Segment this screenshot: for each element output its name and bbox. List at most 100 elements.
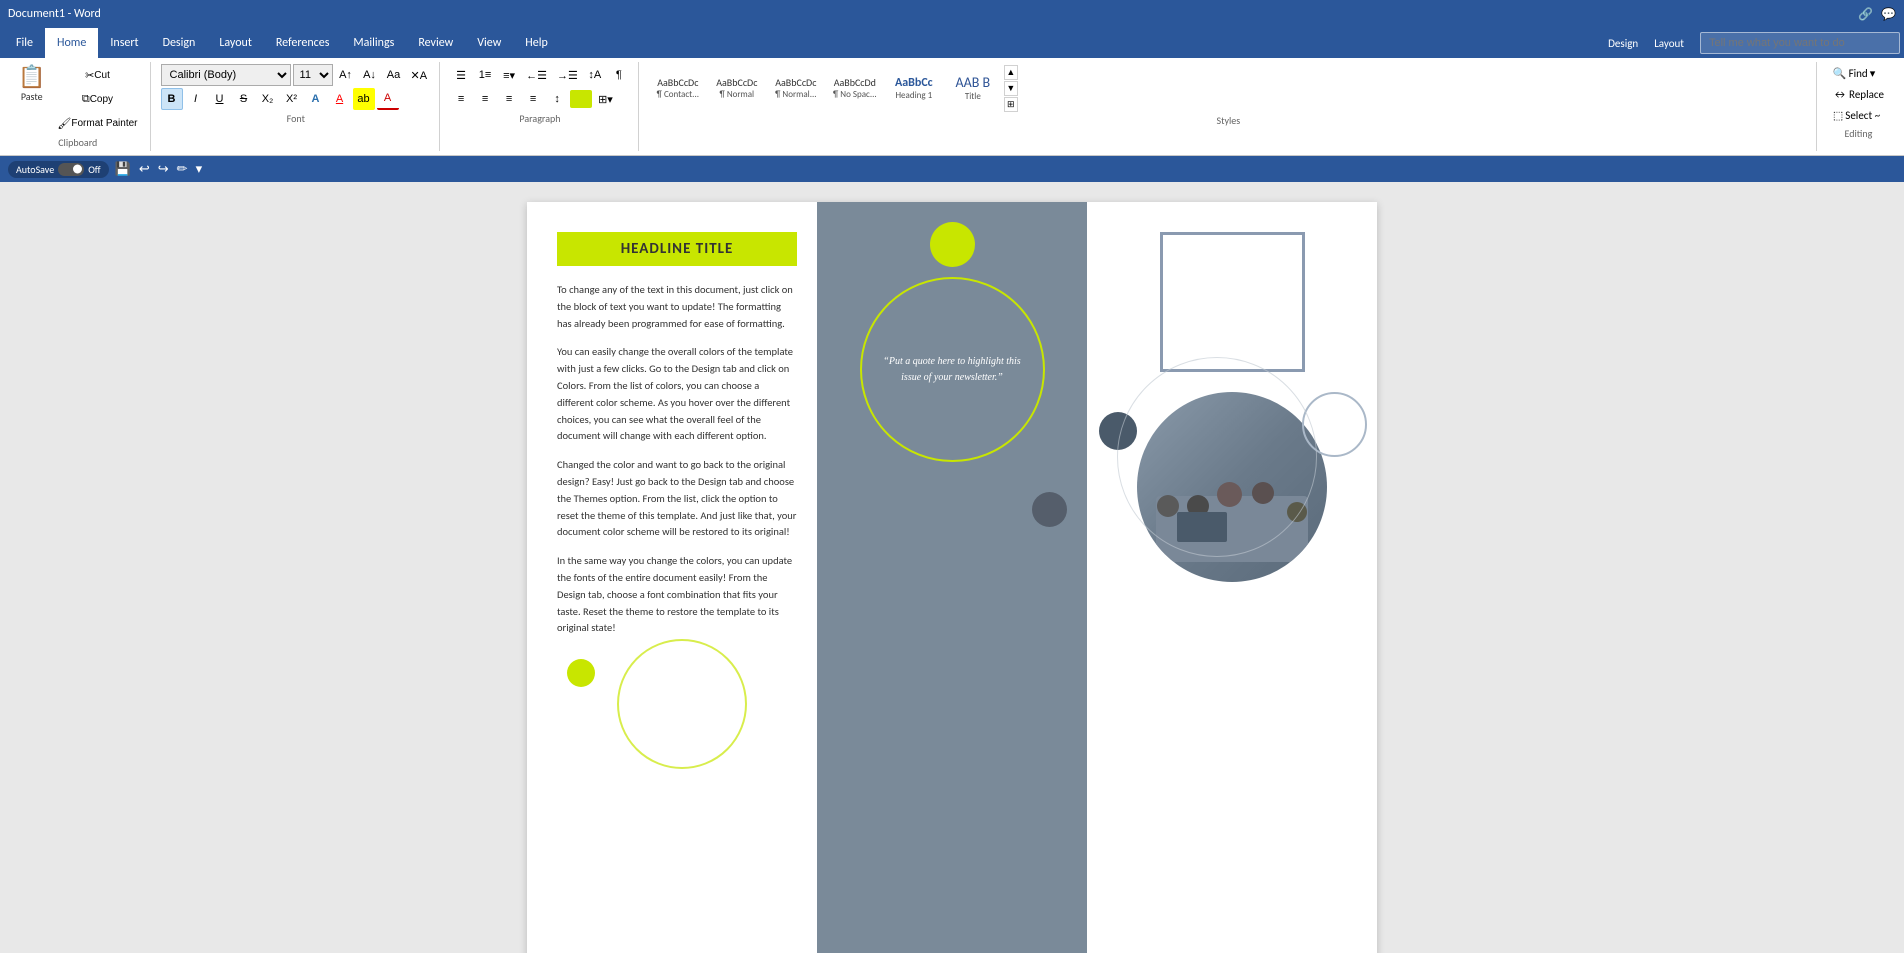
tab-mailings[interactable]: Mailings [341, 28, 406, 58]
clear-formatting-button[interactable]: ✕A [407, 64, 432, 86]
copy-button[interactable]: ⧉ Copy [53, 88, 141, 110]
headline-box[interactable]: HEADLINE TITLE [557, 232, 797, 266]
document-page: HEADLINE TITLE To change any of the text… [527, 202, 1377, 953]
gallery-scroll-buttons: ▲ ▼ ⊞ [1004, 65, 1018, 112]
styles-container: AaBbCcDc ¶ Contact... AaBbCcDc ¶ Normal … [649, 64, 1002, 112]
line-spacing-button[interactable]: ↕ [546, 88, 568, 110]
tab-references[interactable]: References [264, 28, 342, 58]
tab-file[interactable]: File [4, 28, 45, 58]
redo-button[interactable]: ↪ [156, 159, 171, 179]
image-placeholder[interactable] [1160, 232, 1305, 372]
increase-indent-button[interactable]: →☰ [553, 64, 582, 86]
body-paragraph-1[interactable]: To change any of the text in this docume… [557, 282, 797, 332]
tab-insert[interactable]: Insert [98, 28, 150, 58]
cut-button[interactable]: ✂ Cut [53, 64, 141, 86]
align-center-button[interactable]: ≡ [474, 88, 496, 110]
style-normal[interactable]: AaBbCcDc ¶ Normal [708, 64, 766, 112]
search-input[interactable] [1700, 32, 1900, 54]
superscript-button[interactable]: X² [281, 88, 303, 110]
subscript-button[interactable]: X₂ [257, 88, 279, 110]
style-no-spacing[interactable]: AaBbCcDd ¶ No Spac... [826, 64, 884, 112]
style-normal-indent-label: ¶ Normal... [775, 89, 816, 100]
autosave-toggle[interactable] [58, 163, 84, 176]
paste-button[interactable]: 📋 Paste [14, 64, 49, 134]
style-normal-indent[interactable]: AaBbCcDc ¶ Normal... [767, 64, 825, 112]
autosave-label: AutoSave [16, 163, 54, 176]
save-button[interactable]: 💾 [113, 159, 133, 179]
quote-text: “Put a quote here to highlight this issu… [882, 354, 1023, 386]
undo-button[interactable]: ↩ [137, 159, 152, 179]
change-case-button[interactable]: Aa [383, 64, 405, 86]
paragraph-label: Paragraph [450, 112, 630, 125]
style-heading1[interactable]: AaBbCc Heading 1 [885, 64, 943, 112]
gallery-more[interactable]: ⊞ [1004, 97, 1018, 112]
comments-btn[interactable]: 💬 [1881, 7, 1896, 22]
sort-button[interactable]: ↕A [584, 64, 606, 86]
find-chevron: ▾ [1870, 67, 1876, 80]
strikethrough-button[interactable]: S [233, 88, 255, 110]
toggle-circle [73, 165, 82, 174]
italic-button[interactable]: I [185, 88, 207, 110]
outer-circle-outline [1117, 357, 1317, 557]
draw-button[interactable]: ✏ [175, 159, 190, 179]
select-button[interactable]: ⬚ Select ~ [1827, 106, 1890, 125]
column-right [1087, 202, 1377, 953]
font-name-select[interactable]: Calibri (Body) Arial Times New Roman [161, 64, 291, 86]
clipboard-label: Clipboard [14, 136, 142, 149]
bottom-green-dot [567, 659, 595, 687]
editing-group: 🔍 Find ▾ ↔ Replace ⬚ Select ~ Editing [1819, 62, 1898, 151]
style-no-spacing-preview: AaBbCcDd [834, 76, 876, 89]
tab-design[interactable]: Design [151, 28, 208, 58]
ribbon-tabs: File Home Insert Design Layout Reference… [0, 28, 1904, 58]
font-group: Calibri (Body) Arial Times New Roman 891… [153, 62, 441, 151]
gallery-scroll-up[interactable]: ▲ [1004, 65, 1018, 80]
tab-layout-contextual[interactable]: Layout [1646, 37, 1692, 50]
replace-button[interactable]: ↔ Replace [1827, 85, 1890, 104]
numbering-button[interactable]: 1≡ [474, 64, 496, 86]
style-heading1-preview: AaBbCc [895, 76, 933, 90]
tab-home[interactable]: Home [45, 28, 98, 58]
text-effects-button[interactable]: A [305, 88, 327, 110]
align-right-button[interactable]: ≡ [498, 88, 520, 110]
customize-qat[interactable]: ▾ [194, 159, 205, 179]
find-button[interactable]: 🔍 Find ▾ [1827, 64, 1890, 83]
bold-button[interactable]: B [161, 88, 183, 110]
shading-button[interactable] [570, 90, 592, 108]
decrease-font-button[interactable]: A↓ [359, 64, 381, 86]
body-paragraph-3[interactable]: Changed the color and want to go back to… [557, 457, 797, 541]
document-area: HEADLINE TITLE To change any of the text… [0, 182, 1904, 953]
decrease-indent-button[interactable]: ←☰ [522, 64, 551, 86]
copy-icon: ⧉ [82, 93, 90, 106]
justify-button[interactable]: ≡ [522, 88, 544, 110]
select-icon: ⬚ [1833, 109, 1843, 122]
underline-button[interactable]: U [209, 88, 231, 110]
show-hide-button[interactable]: ¶ [608, 64, 630, 86]
style-title[interactable]: AAB B Title [944, 64, 1002, 112]
styles-label: Styles [649, 114, 1808, 127]
tab-design-contextual[interactable]: Design [1600, 37, 1646, 50]
quote-circle[interactable]: “Put a quote here to highlight this issu… [860, 277, 1045, 462]
style-title-preview: AAB B [956, 74, 991, 91]
font-label: Font [161, 112, 432, 125]
highlight-color-button[interactable]: ab [353, 88, 375, 110]
bullets-button[interactable]: ☰ [450, 64, 472, 86]
body-paragraph-4[interactable]: In the same way you change the colors, y… [557, 553, 797, 637]
gallery-scroll-down[interactable]: ▼ [1004, 81, 1018, 96]
font-size-select[interactable]: 8910 111214 [293, 64, 333, 86]
borders-button[interactable]: ⊞▾ [594, 88, 617, 110]
style-contact[interactable]: AaBbCcDc ¶ Contact... [649, 64, 707, 112]
align-left-button[interactable]: ≡ [450, 88, 472, 110]
format-painter-button[interactable]: 🖌 Format Painter [53, 112, 141, 134]
body-paragraph-2[interactable]: You can easily change the overall colors… [557, 344, 797, 445]
multilevel-list-button[interactable]: ≡▾ [498, 64, 520, 86]
share-btn[interactable]: 🔗 [1858, 7, 1873, 22]
select-label: Select ~ [1845, 109, 1880, 122]
increase-font-button[interactable]: A↑ [335, 64, 357, 86]
style-normal-preview: AaBbCcDc [716, 76, 757, 89]
text-color-button[interactable]: A [329, 88, 351, 110]
tab-review[interactable]: Review [406, 28, 465, 58]
tab-view[interactable]: View [465, 28, 513, 58]
tab-layout[interactable]: Layout [207, 28, 264, 58]
tab-help[interactable]: Help [513, 28, 560, 58]
font-color-button[interactable]: A [377, 88, 399, 110]
